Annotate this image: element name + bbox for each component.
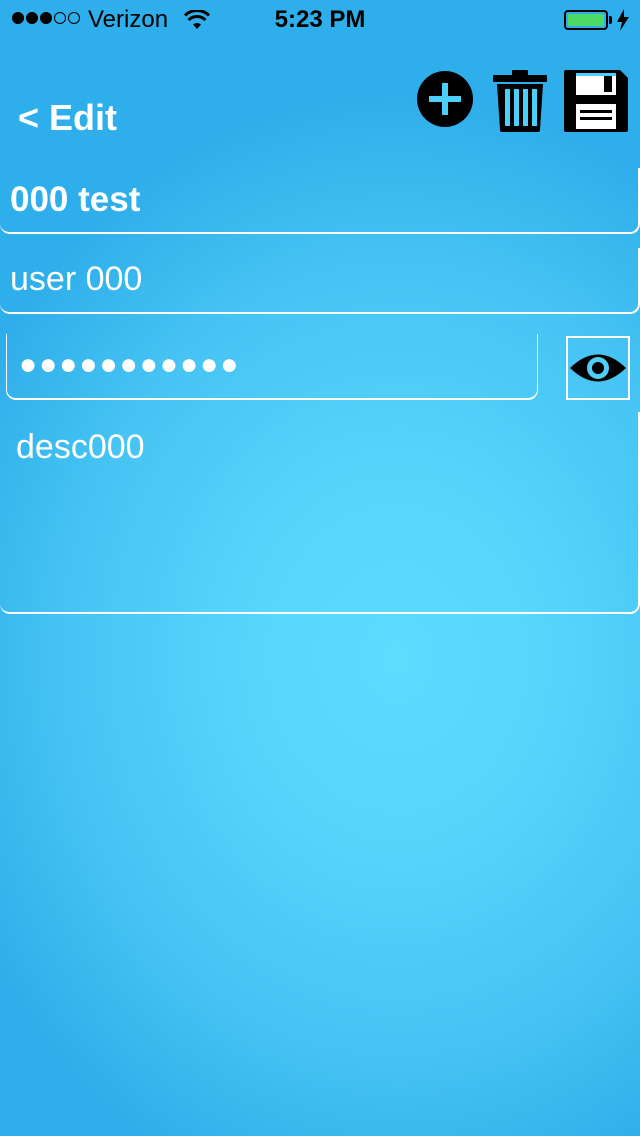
username-value: user 000 — [10, 260, 143, 298]
description-value: desc000 — [16, 428, 145, 466]
eye-icon — [570, 354, 626, 382]
password-value: ●●●●●●●●●●● — [19, 348, 241, 381]
save-floppy-icon[interactable] — [564, 70, 628, 132]
charging-bolt-icon — [617, 9, 629, 31]
show-password-button[interactable] — [566, 336, 630, 400]
title-field[interactable]: 000 test — [0, 168, 640, 234]
status-bar: Verizon 5:23 PM — [0, 0, 640, 40]
username-field[interactable]: user 000 — [0, 248, 640, 314]
password-field[interactable]: ●●●●●●●●●●● — [6, 334, 538, 400]
description-field[interactable]: desc000 — [0, 412, 640, 614]
add-circle-icon[interactable] — [416, 70, 474, 128]
status-time: 5:23 PM — [274, 6, 366, 33]
battery-icon — [564, 10, 608, 30]
title-value: 000 test — [10, 180, 141, 219]
trash-icon[interactable] — [492, 70, 548, 132]
back-button[interactable]: < Edit — [18, 97, 117, 139]
